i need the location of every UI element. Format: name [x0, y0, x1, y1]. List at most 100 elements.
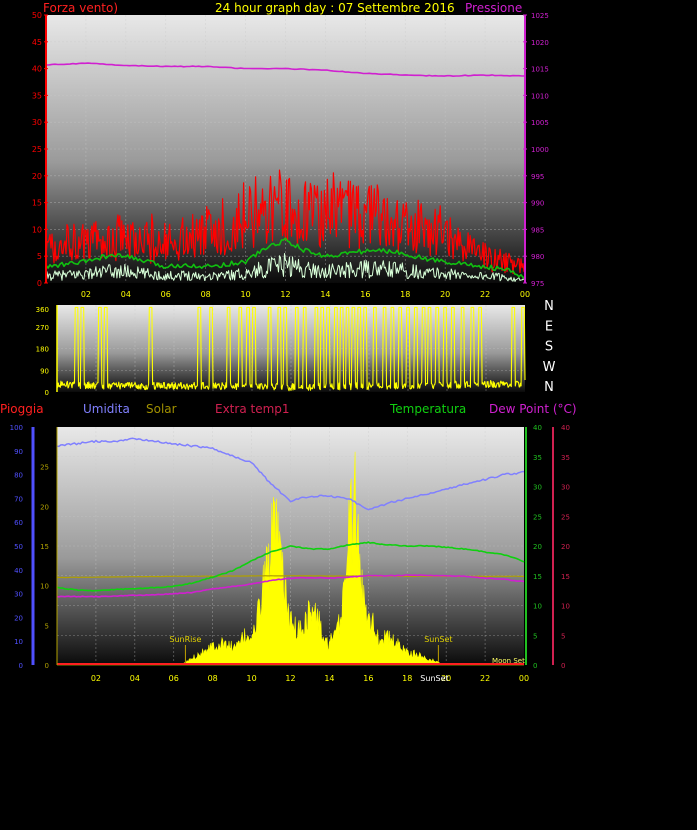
climate-x-tick-label: 12: [285, 674, 295, 683]
sunrise-label: SunRise: [169, 635, 201, 644]
direction-tick-label: 180: [36, 346, 49, 354]
wind-tick-label: 25: [32, 145, 42, 154]
compass-label: S: [545, 340, 553, 355]
wind-tick-label: 15: [32, 199, 42, 208]
pressure-tick-label: 995: [531, 173, 544, 181]
legend-temperature: Temperatura: [390, 402, 467, 416]
pressure-tick-label: 1010: [531, 92, 549, 100]
wind-x-tick-label: 04: [121, 290, 131, 299]
climate-x-tick-label: 18: [402, 674, 412, 683]
dewpoint-tick-label: 20: [561, 543, 570, 551]
sunset-label: SunSet: [424, 635, 452, 644]
rain-tick-label: 5: [45, 622, 49, 630]
legend-humidity: Umidita: [83, 402, 130, 416]
pressure-tick-label: 1015: [531, 66, 549, 74]
wind-tick-label: 0: [37, 279, 42, 288]
humidity-tick-label: 60: [14, 519, 23, 527]
rain-tick-label: 20: [40, 503, 49, 511]
climate-x-tick-label: 08: [208, 674, 218, 683]
pressure-tick-label: 1025: [531, 12, 549, 20]
dewpoint-tick-label: 15: [561, 573, 570, 581]
wind-x-tick-label: 22: [480, 290, 490, 299]
wind-x-tick-label: 18: [400, 290, 410, 299]
wind-tick-label: 45: [32, 38, 42, 47]
wind-x-tick-label: 06: [161, 290, 171, 299]
pressure-tick-label: 1000: [531, 146, 549, 154]
compass-label: W: [543, 360, 556, 375]
pressure-tick-label: 975: [531, 280, 544, 288]
rain-tick-label: 25: [40, 464, 49, 472]
dewpoint-tick-label: 5: [561, 632, 565, 640]
compass-label: E: [545, 319, 553, 334]
climate-x-tick-label: 14: [324, 674, 334, 683]
temperature-tick-label: 30: [533, 484, 542, 492]
wind-tick-label: 5: [37, 252, 42, 261]
climate-x-tick-label: 22: [480, 674, 490, 683]
pressure-tick-label: 1020: [531, 39, 549, 47]
temperature-tick-label: 20: [533, 543, 542, 551]
humidity-tick-label: 90: [14, 448, 23, 456]
humidity-tick-label: 0: [19, 662, 23, 670]
climate-x-tick-label: 10: [246, 674, 256, 683]
humidity-tick-label: 30: [14, 591, 23, 599]
pressure-tick-label: 1005: [531, 119, 549, 127]
dewpoint-tick-label: 40: [561, 424, 570, 432]
rain-tick-label: 0: [45, 662, 49, 670]
sunset-bottom-label: SunSet: [420, 674, 448, 683]
wind-tick-label: 40: [32, 65, 42, 74]
climate-x-tick-label: 02: [91, 674, 101, 683]
wind-x-tick-label: 16: [360, 290, 370, 299]
humidity-tick-label: 20: [14, 614, 23, 622]
humidity-tick-label: 50: [14, 543, 23, 551]
compass-label: N: [544, 299, 554, 314]
direction-tick-label: 270: [36, 324, 49, 332]
wind-tick-label: 10: [32, 225, 42, 234]
temperature-tick-label: 15: [533, 573, 542, 581]
pressure-axis-title: Pressione: [465, 1, 523, 15]
dewpoint-tick-label: 0: [561, 662, 565, 670]
wind-tick-label: 30: [32, 118, 42, 127]
dewpoint-tick-label: 35: [561, 454, 570, 462]
rain-tick-label: 10: [40, 583, 49, 591]
wind-tick-label: 35: [32, 91, 42, 100]
pressure-tick-label: 990: [531, 200, 544, 208]
climate-x-tick-label: 00: [519, 674, 529, 683]
wind-x-tick-label: 02: [81, 290, 91, 299]
temperature-tick-label: 25: [533, 513, 542, 521]
pressure-tick-label: 985: [531, 226, 544, 234]
legend-extra-temp: Extra temp1: [215, 402, 290, 416]
legend-dewpoint: Dew Point (°C): [489, 402, 577, 416]
wind-axis-title: Forza vento): [43, 1, 119, 15]
temperature-tick-label: 10: [533, 603, 542, 611]
direction-tick-label: 0: [45, 389, 49, 397]
temperature-tick-label: 40: [533, 424, 542, 432]
legend-rain: Pioggia: [0, 402, 44, 416]
wind-x-tick-label: 00: [520, 290, 530, 299]
temperature-tick-label: 5: [533, 632, 537, 640]
dewpoint-tick-label: 30: [561, 484, 570, 492]
climate-x-tick-label: 04: [130, 674, 140, 683]
humidity-tick-label: 70: [14, 495, 23, 503]
wind-x-tick-label: 08: [201, 290, 211, 299]
pressure-tick-label: 980: [531, 253, 544, 261]
weather-graphs: 0 5 10 15 20 25 30 35 40 45 50 975 980 985 990 995 1000 1…: [0, 0, 697, 825]
direction-tick-label: 90: [40, 367, 49, 375]
compass-label: N: [544, 380, 554, 395]
legend-solar: Solar: [146, 402, 177, 416]
humidity-tick-label: 40: [14, 567, 23, 575]
humidity-tick-label: 80: [14, 472, 23, 480]
dewpoint-tick-label: 10: [561, 603, 570, 611]
dewpoint-tick-label: 25: [561, 513, 570, 521]
climate-x-tick-label: 06: [169, 674, 179, 683]
page-title: 24 hour graph day : 07 Settembre 2016: [215, 1, 455, 15]
humidity-tick-label: 100: [10, 424, 23, 432]
moonset-label: Moon Set: [492, 657, 525, 665]
temperature-tick-label: 35: [533, 454, 542, 462]
direction-tick-label: 360: [36, 306, 49, 314]
wind-x-tick-label: 12: [280, 290, 290, 299]
wind-x-tick-label: 20: [440, 290, 450, 299]
wind-x-tick-label: 14: [320, 290, 330, 299]
wind-x-tick-label: 10: [240, 290, 250, 299]
wind-tick-label: 20: [32, 172, 42, 181]
temperature-tick-label: 0: [533, 662, 537, 670]
